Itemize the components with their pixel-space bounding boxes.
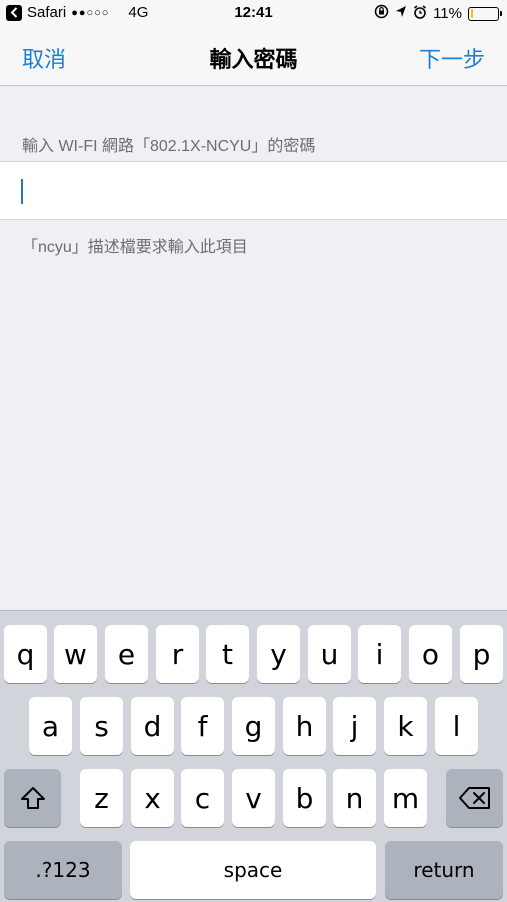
text-cursor (21, 179, 23, 204)
key-d[interactable]: d (131, 697, 174, 755)
key-e[interactable]: e (105, 625, 148, 683)
alarm-icon (413, 4, 427, 23)
key-q[interactable]: q (4, 625, 47, 683)
key-k[interactable]: k (384, 697, 427, 755)
key-z[interactable]: z (80, 769, 123, 827)
space-key[interactable]: space (130, 841, 376, 899)
next-button[interactable]: 下一步 (419, 42, 485, 74)
key-s[interactable]: s (80, 697, 123, 755)
key-j[interactable]: j (333, 697, 376, 755)
battery-level (470, 9, 474, 18)
return-key[interactable]: return (385, 841, 503, 899)
key-p[interactable]: p (460, 625, 503, 683)
key-b[interactable]: b (283, 769, 326, 827)
key-g[interactable]: g (232, 697, 275, 755)
profile-requirement-note: 「ncyu」描述檔要求輸入此項目 (22, 239, 248, 256)
shift-key[interactable] (4, 769, 61, 827)
status-right: 11% (374, 4, 502, 23)
key-h[interactable]: h (283, 697, 326, 755)
key-a[interactable]: a (29, 697, 72, 755)
backspace-icon (458, 787, 490, 809)
key-u[interactable]: u (308, 625, 351, 683)
key-t[interactable]: t (206, 625, 249, 683)
password-input[interactable] (16, 170, 491, 212)
battery-percent: 11% (433, 5, 462, 22)
password-row (0, 161, 507, 220)
key-y[interactable]: y (257, 625, 300, 683)
navigation-bar: 取消 輸入密碼 下一步 (0, 28, 507, 86)
key-o[interactable]: o (409, 625, 452, 683)
status-bar: Safari ●●○○○ 4G 12:41 11% (0, 0, 507, 28)
delete-key[interactable] (446, 769, 503, 827)
shift-icon (20, 787, 45, 809)
key-v[interactable]: v (232, 769, 275, 827)
location-arrow-icon (395, 5, 407, 22)
battery-icon (468, 6, 502, 21)
key-m[interactable]: m (384, 769, 427, 827)
password-prompt-label: 輸入 WI-FI 網路「802.1X-NCYU」的密碼 (22, 138, 316, 155)
orientation-lock-icon (374, 4, 389, 23)
key-i[interactable]: i (358, 625, 401, 683)
key-n[interactable]: n (333, 769, 376, 827)
key-l[interactable]: l (435, 697, 478, 755)
key-f[interactable]: f (181, 697, 224, 755)
key-r[interactable]: r (156, 625, 199, 683)
numbers-key[interactable]: .?123 (4, 841, 122, 899)
key-w[interactable]: w (54, 625, 97, 683)
key-c[interactable]: c (181, 769, 224, 827)
key-x[interactable]: x (131, 769, 174, 827)
keyboard: q w e r t y u i o p a s d f g h j k l z … (0, 610, 507, 902)
